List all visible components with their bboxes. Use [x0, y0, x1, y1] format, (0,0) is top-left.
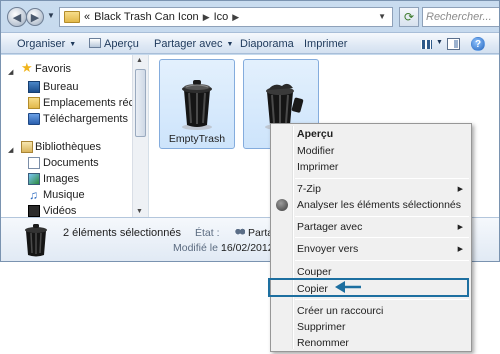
help-icon[interactable]: ? [471, 37, 485, 51]
antivirus-icon [276, 199, 288, 211]
search-input[interactable]: Rechercher... [422, 7, 499, 27]
menu-item-rename[interactable]: Renommer [297, 335, 349, 351]
arrow-left-icon: ◀ [12, 11, 22, 24]
menu-item-delete[interactable]: Supprimer [297, 319, 345, 335]
trash-can-icon [182, 80, 212, 130]
slideshow-button[interactable]: Diaporama [240, 37, 294, 51]
menu-separator [295, 178, 469, 179]
menu-item-7zip[interactable]: 7-Zip [297, 181, 467, 197]
arrow-right-icon: ▶ [30, 11, 40, 24]
address-overflow[interactable]: « [84, 11, 90, 23]
chevron-down-icon: ▼ [69, 41, 77, 48]
submenu-arrow-icon: ▶ [457, 224, 463, 231]
nav-images-label: Images [43, 173, 80, 185]
address-dropdown-icon[interactable]: ▼ [378, 12, 386, 21]
nav-favorites-label: Favoris [35, 63, 72, 75]
submenu-arrow-icon: ▶ [457, 186, 463, 193]
menu-item-send-to[interactable]: Envoyer vers [297, 241, 358, 257]
preview-label: Aperçu [104, 38, 139, 50]
menu-separator [295, 260, 469, 261]
context-menu: Aperçu Modifier Imprimer 7-Zip ▶ Analyse… [270, 123, 472, 352]
images-icon [28, 173, 40, 185]
menu-item-print[interactable]: Imprimer [297, 159, 338, 175]
chevron-right-icon[interactable]: ▶ [232, 12, 239, 23]
menu-item-preview[interactable]: Aperçu [297, 126, 333, 142]
navigation-pane: ◢ ★ Favoris Bureau Emplacements récents … [1, 55, 149, 217]
nav-desktop-label: Bureau [43, 81, 79, 93]
menu-item-create-shortcut[interactable]: Créer un raccourci [297, 303, 383, 319]
modified-value: 16/02/2012 1 [221, 242, 271, 254]
libraries-icon [21, 141, 33, 153]
share-label: Partager avec [154, 38, 223, 50]
nav-videos-label: Vidéos [43, 205, 77, 217]
recent-places-icon [28, 97, 40, 109]
preview-pane-icon[interactable] [447, 38, 460, 50]
chevron-right-icon[interactable]: ▶ [203, 12, 210, 23]
desktop-icon [28, 81, 40, 93]
menu-separator [295, 299, 469, 300]
arrow-left-icon [335, 281, 361, 293]
music-icon: ♫ [29, 188, 38, 202]
menu-separator [295, 237, 469, 238]
recent-pages-dropdown[interactable]: ▼ [47, 11, 55, 20]
trash-can-icon [25, 224, 47, 257]
breadcrumb-ico[interactable]: Ico [214, 11, 229, 23]
refresh-button[interactable]: ⟳ [399, 7, 419, 27]
nav-scrollbar[interactable]: ▲ ▼ [132, 55, 148, 217]
back-button[interactable]: ◀ [7, 7, 27, 27]
address-row: ◀ ▶ ▼ « Black Trash Can Icon ▶ Ico ▶ ▼ ⟳… [1, 1, 499, 31]
star-icon: ★ [21, 60, 33, 75]
breadcrumb-black-trash-can-icon[interactable]: Black Trash Can Icon [94, 11, 199, 23]
downloads-icon [28, 113, 40, 125]
scroll-down-icon[interactable]: ▼ [136, 208, 143, 215]
nav-documents-label: Documents [43, 157, 99, 169]
share-button[interactable]: Partager avec ▼ [154, 37, 233, 51]
menu-item-share[interactable]: Partager avec [297, 219, 362, 235]
modified-label: Modifié le : [173, 242, 224, 254]
chevron-down-icon: ▼ [226, 41, 234, 48]
shared-users-icon [235, 228, 245, 237]
print-button[interactable]: Imprimer [304, 37, 347, 51]
submenu-arrow-icon: ▶ [457, 246, 463, 253]
scroll-up-icon[interactable]: ▲ [136, 57, 143, 64]
preview-icon [89, 38, 101, 48]
nav-music-label: Musique [43, 189, 85, 201]
menu-separator [295, 216, 469, 217]
address-bar[interactable]: « Black Trash Can Icon ▶ Ico ▶ ▼ [59, 7, 393, 27]
menu-item-modify[interactable]: Modifier [297, 143, 334, 159]
forward-button[interactable]: ▶ [26, 8, 44, 26]
highlight-box [268, 278, 469, 297]
file-item[interactable]: EmptyTrash [159, 59, 235, 149]
refresh-icon: ⟳ [403, 10, 415, 24]
documents-icon [28, 157, 40, 169]
scroll-thumb[interactable] [135, 69, 146, 137]
folder-icon [64, 11, 80, 23]
collapse-icon[interactable]: ◢ [8, 65, 13, 81]
organize-button[interactable]: Organiser ▼ [17, 37, 76, 51]
command-bar: Organiser ▼ Aperçu Partager avec ▼ Diapora… [1, 32, 499, 54]
nav-downloads-label: Téléchargements [43, 113, 128, 125]
state-label: État : [195, 227, 220, 239]
selection-count: 2 éléments sélectionnés [63, 227, 182, 239]
menu-item-7zip-label: 7-Zip [297, 183, 321, 195]
videos-icon [28, 205, 40, 217]
nav-libraries-label: Bibliothèques [35, 141, 102, 153]
menu-item-scan[interactable]: Analyser les éléments sélectionnés [297, 197, 461, 213]
organize-label: Organiser [17, 38, 66, 50]
preview-button[interactable]: Aperçu [89, 37, 139, 51]
file-name: EmptyTrash [168, 133, 226, 145]
view-icon[interactable] [421, 40, 432, 49]
collapse-icon[interactable]: ◢ [8, 143, 13, 159]
